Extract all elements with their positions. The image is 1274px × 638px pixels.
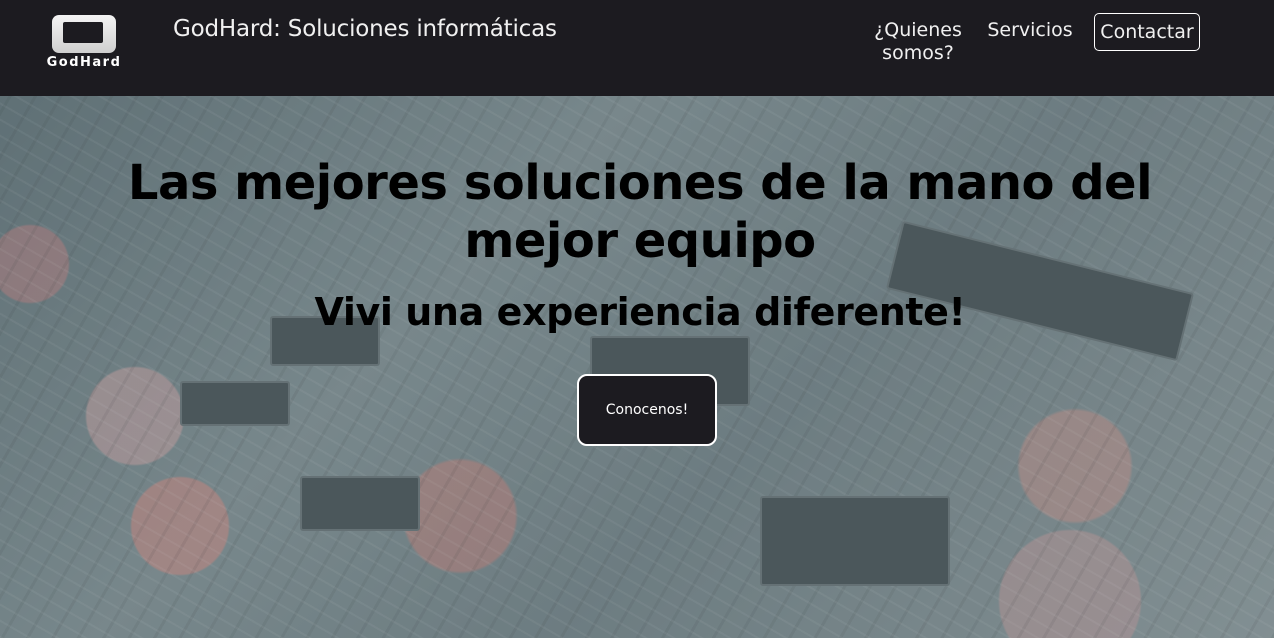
hero-section: Las mejores soluciones de la mano del me… — [0, 96, 1274, 638]
hero-subtitle: Vivi una experiencia diferente! — [314, 290, 966, 334]
logo-text: GodHard — [46, 55, 122, 70]
site-title: GodHard: Soluciones informáticas — [173, 16, 557, 42]
monitor-icon — [52, 15, 116, 53]
nav-link-services[interactable]: Servicios — [982, 19, 1078, 42]
nav-link-about[interactable]: ¿Quienes somos? — [868, 19, 968, 65]
conocenos-button[interactable]: Conocenos! — [577, 374, 717, 446]
nav-contact-button[interactable]: Contactar — [1094, 13, 1200, 51]
site-header: GodHard GodHard: Soluciones informáticas… — [0, 0, 1274, 96]
logo[interactable]: GodHard — [36, 12, 132, 72]
hero-title: Las mejores soluciones de la mano del me… — [127, 155, 1153, 269]
